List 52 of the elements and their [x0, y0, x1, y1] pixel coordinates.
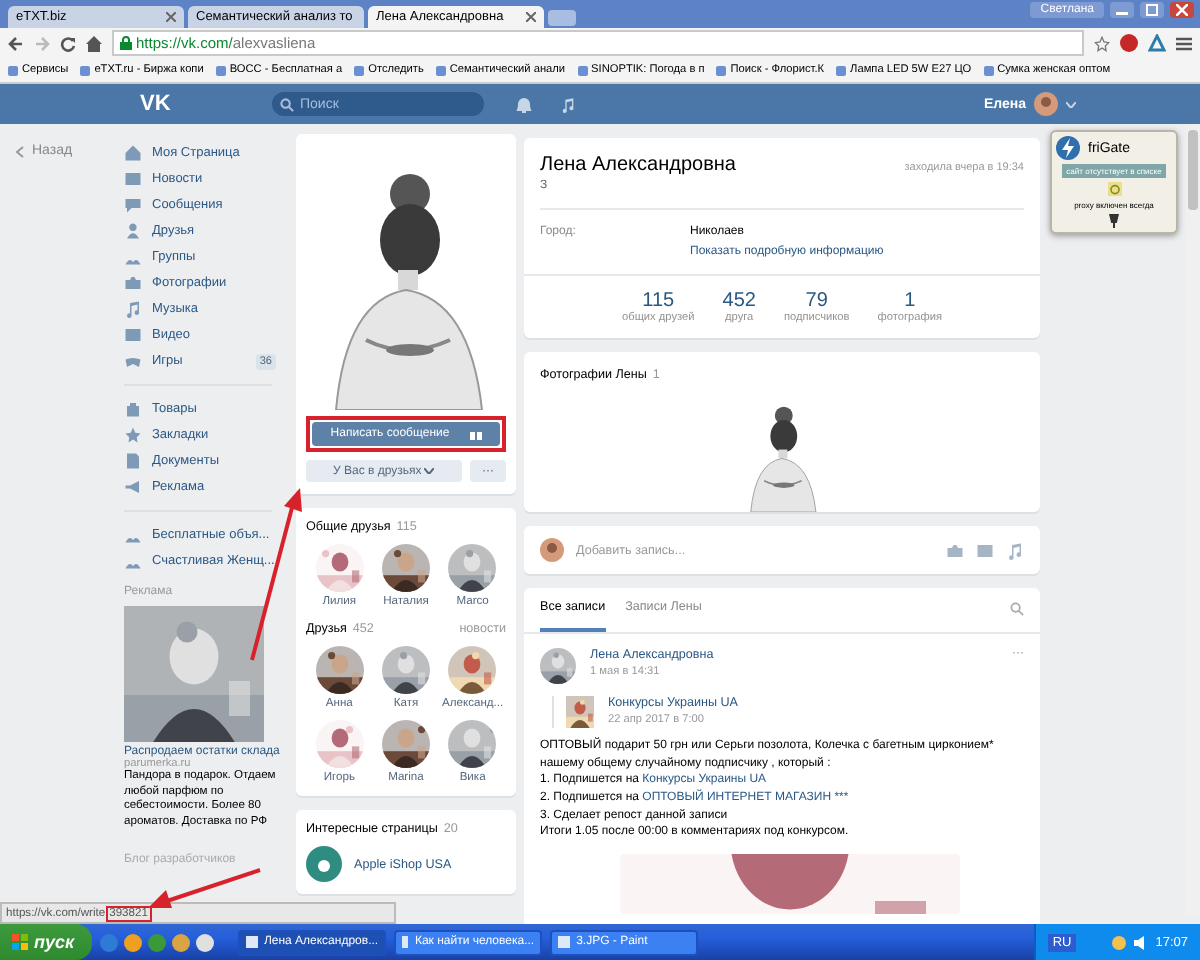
megaphone-icon	[124, 478, 142, 496]
vk-logo[interactable]: VK	[140, 92, 272, 116]
camera-icon	[946, 541, 964, 560]
star-icon[interactable]	[1094, 35, 1110, 51]
avatar-icon[interactable]	[1034, 92, 1058, 116]
chevron-icon	[16, 145, 24, 157]
maximize-icon	[1146, 4, 1158, 16]
minimize-button[interactable]	[1110, 2, 1134, 18]
caret-icon	[424, 467, 435, 473]
person-icon	[124, 222, 142, 240]
arrow	[148, 868, 261, 908]
window-icon	[402, 936, 409, 948]
circle-icon[interactable]	[196, 933, 215, 951]
home-icon	[124, 144, 142, 162]
caret-icon[interactable]	[1066, 101, 1076, 107]
close-icon[interactable]	[166, 12, 176, 22]
close-button[interactable]	[1170, 2, 1194, 18]
start-button[interactable]: пуск	[0, 924, 93, 960]
speaker-icon[interactable]	[1133, 935, 1148, 949]
window-icon	[246, 936, 258, 948]
profile-name: Лена Александровна	[540, 154, 736, 176]
menu-icon[interactable]	[1176, 35, 1192, 51]
avatar-icon	[540, 538, 564, 563]
note-icon	[124, 300, 142, 318]
bell-icon[interactable]	[516, 95, 532, 113]
apple-icon	[306, 846, 342, 882]
close-icon[interactable]	[526, 12, 536, 22]
circle-icon[interactable]	[172, 933, 191, 951]
extension-icon[interactable]	[1120, 34, 1138, 52]
document-icon	[124, 452, 142, 470]
camera-icon	[124, 274, 142, 292]
home-icon[interactable]	[86, 35, 102, 51]
tray-icon[interactable]	[1111, 935, 1126, 949]
star-icon	[124, 426, 142, 444]
maximize-button[interactable]	[1140, 2, 1164, 18]
pin-icon[interactable]	[1108, 214, 1120, 228]
windows-logo	[12, 934, 28, 950]
reload-icon[interactable]	[60, 35, 76, 51]
chat-icon	[124, 196, 142, 214]
search-icon[interactable]	[1010, 602, 1024, 617]
globe-icon[interactable]	[100, 933, 119, 951]
back-arrow-icon[interactable]	[8, 35, 24, 51]
lock-icon	[120, 36, 132, 50]
close-icon	[1176, 4, 1188, 16]
music-note-icon[interactable]	[560, 95, 576, 113]
lightning-icon	[1056, 136, 1080, 160]
bag-icon	[124, 400, 142, 418]
power-icon[interactable]	[1107, 182, 1121, 196]
window-icon	[558, 936, 571, 948]
note-icon	[1006, 541, 1024, 560]
triangle-icon[interactable]	[1148, 34, 1166, 52]
circle-icon[interactable]	[124, 933, 143, 951]
